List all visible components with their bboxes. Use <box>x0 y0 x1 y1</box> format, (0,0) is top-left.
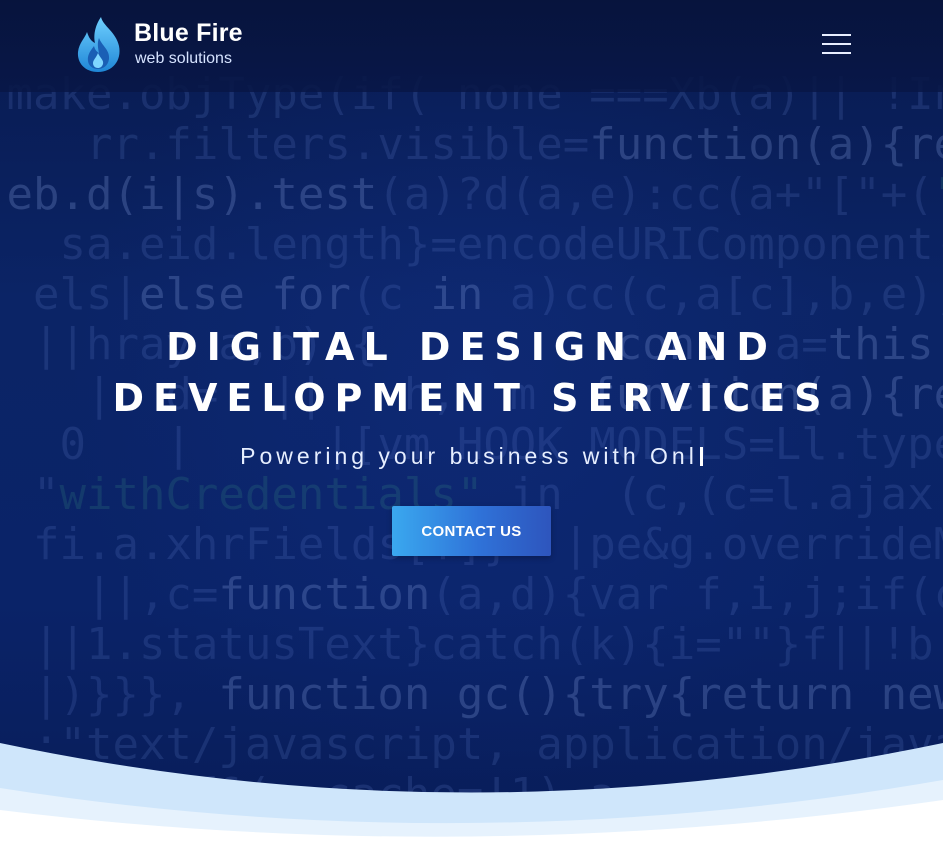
contact-us-button[interactable]: CONTACT US <box>392 506 551 556</box>
hero-section: .make.objType(if( none ===Xb(a)|| !Index… <box>0 0 943 859</box>
typing-cursor <box>699 447 703 466</box>
brand-tagline: web solutions <box>135 50 232 67</box>
code-background-image: .make.objType(if( none ===Xb(a)|| !Index… <box>0 69 943 820</box>
headline-line-1: DIGITAL DESIGN AND <box>166 325 777 369</box>
wave-divider <box>0 743 943 859</box>
hero-headline: DIGITAL DESIGN AND DEVELOPMENT SERVICES <box>0 322 943 424</box>
brand-name: Blue Fire <box>134 19 243 47</box>
flame-icon <box>77 17 120 72</box>
headline-line-2: DEVELOPMENT SERVICES <box>112 376 831 420</box>
landing-page: .make.objType(if( none ===Xb(a)|| !Index… <box>0 0 943 859</box>
hero-subtitle: Powering your business with Onl <box>0 443 943 470</box>
site-logo[interactable]: Blue Fire web solutions <box>76 16 251 74</box>
header-bar: Blue Fire web solutions <box>0 0 943 92</box>
hamburger-menu-icon[interactable] <box>822 32 852 58</box>
subtitle-text: Powering your business with Onl <box>240 443 698 469</box>
